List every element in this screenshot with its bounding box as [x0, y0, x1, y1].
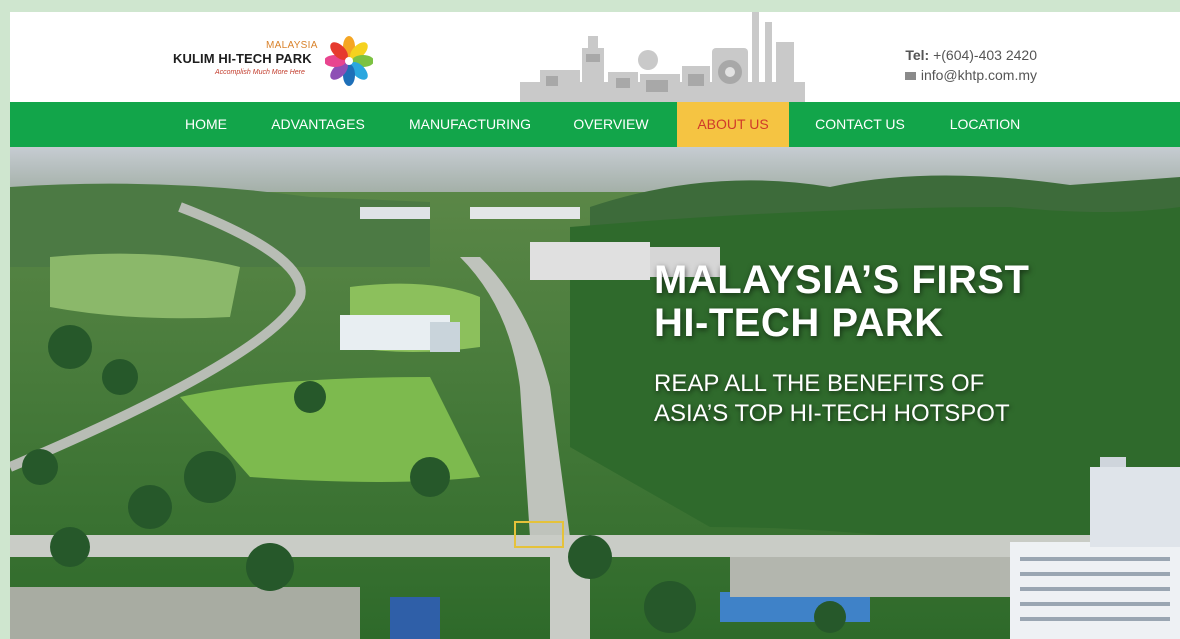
hero-subtitle-line-2: ASIA’S TOP HI-TECH HOTSPOT	[654, 400, 1010, 427]
tech-skyline-graphic	[520, 12, 805, 102]
nav-about-us[interactable]: ABOUT US	[677, 102, 789, 147]
hero-title: MALAYSIA’S FIRST HI-TECH PARK	[654, 259, 1029, 345]
flower-logo-icon	[325, 36, 373, 86]
hero-banner: MALAYSIA’S FIRST HI-TECH PARK REAP ALL T…	[10, 147, 1180, 639]
logo-country: MALAYSIA	[266, 40, 318, 51]
logo-tagline: Accomplish Much More Here	[215, 69, 305, 76]
nav-advantages[interactable]: ADVANTAGES	[263, 102, 373, 147]
hero-title-line-2: HI-TECH PARK	[654, 301, 944, 345]
site-logo[interactable]: MALAYSIA KULIM HI-TECH PARK Accomplish M…	[173, 34, 373, 94]
envelope-icon	[904, 72, 916, 81]
email-link[interactable]: info@khtp.com.my	[921, 67, 1037, 83]
nav-contact-us[interactable]: CONTACT US	[805, 102, 915, 147]
hero-title-line-1: MALAYSIA’S FIRST	[654, 258, 1030, 302]
nav-location[interactable]: LOCATION	[937, 102, 1033, 147]
hero-subtitle-line-1: REAP ALL THE BENEFITS OF	[654, 370, 985, 397]
nav-overview[interactable]: OVERVIEW	[566, 102, 656, 147]
main-nav: HOME ADVANTAGES MANUFACTURING OVERVIEW A…	[10, 102, 1180, 147]
tel-label: Tel:	[905, 47, 930, 63]
hero-subtitle: REAP ALL THE BENEFITS OF ASIA’S TOP HI-T…	[654, 369, 1010, 429]
logo-name: KULIM HI-TECH PARK	[173, 51, 312, 66]
nav-home[interactable]: HOME	[173, 102, 239, 147]
site-header: MALAYSIA KULIM HI-TECH PARK Accomplish M…	[10, 12, 1180, 102]
phone-line: Tel: +(604)-403 2420	[905, 45, 1037, 65]
contact-info: Tel: +(604)-403 2420 info@khtp.com.my	[904, 45, 1037, 85]
nav-manufacturing[interactable]: MANUFACTURING	[400, 102, 540, 147]
tel-number[interactable]: +(604)-403 2420	[933, 47, 1037, 63]
page: MALAYSIA KULIM HI-TECH PARK Accomplish M…	[10, 12, 1180, 639]
email-line: info@khtp.com.my	[904, 65, 1037, 85]
